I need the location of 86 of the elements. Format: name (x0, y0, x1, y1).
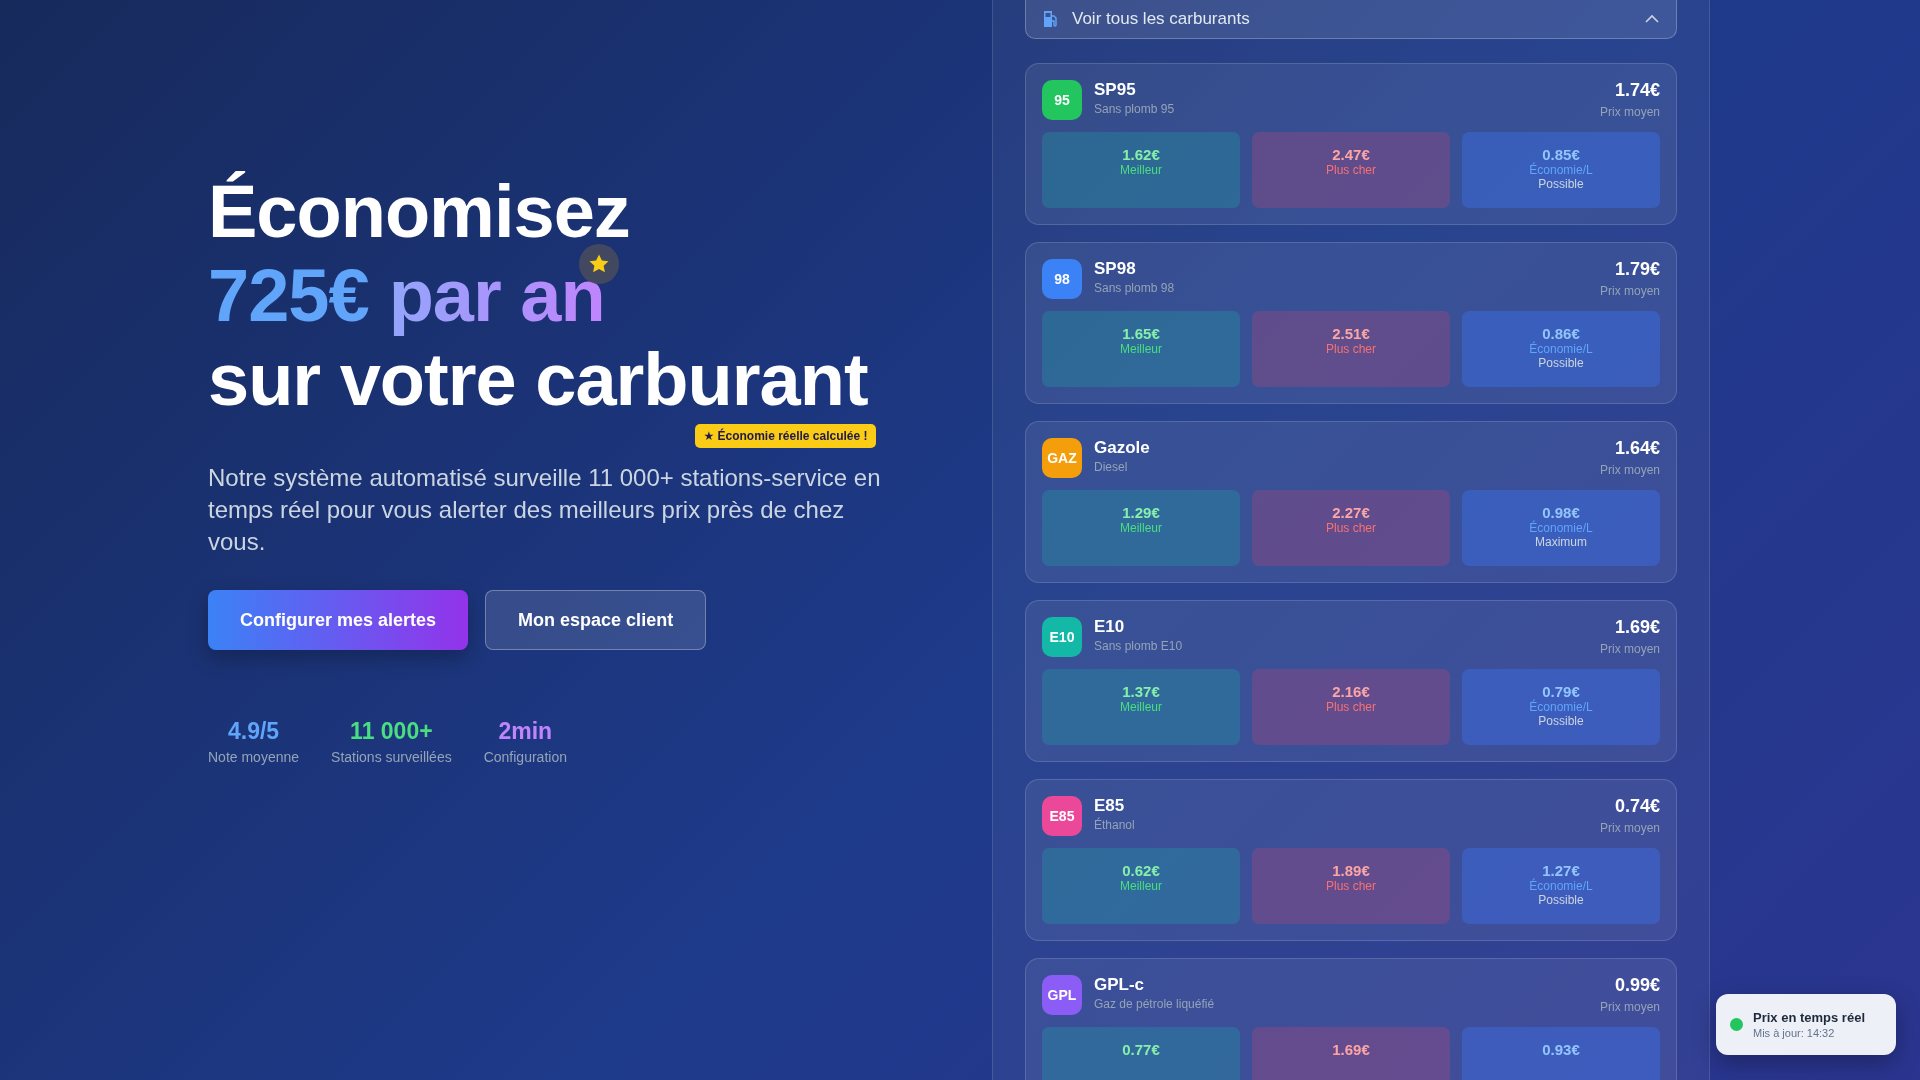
tile-price: 2.47€ (1332, 146, 1370, 163)
fuel-description: Sans plomb 98 (1094, 281, 1176, 295)
stat-value: 4.9/5 (227, 718, 280, 745)
fuel-badge: 98 (1042, 259, 1082, 299)
toast-update-time: Mis à jour: 14:32 (1753, 1027, 1836, 1039)
hero-title-line: sur votre carburant (208, 338, 868, 422)
tile-price: 0.62€ (1122, 862, 1160, 879)
tile-label: Meilleur (1120, 700, 1162, 714)
hero-title-line: Économisez (208, 170, 631, 254)
tile-label: Meilleur (1120, 879, 1162, 893)
tile-price: 0.79€ (1542, 683, 1580, 700)
savings-tag: ★ Économie réelle calculée ! (695, 424, 876, 448)
tile-price: 0.98€ (1542, 504, 1580, 521)
stat-value: 2min (498, 718, 553, 745)
hero-description: Notre système automatisé surveille 11 000+ stations-service en temps réel pour vous alerter des meilleurs prix près de chez vous. (208, 463, 882, 557)
tile-note: Possible (1538, 356, 1584, 370)
fuel-pump-icon (1042, 10, 1058, 28)
average-price: 1.69€ (1614, 617, 1660, 638)
tile-price: 1.37€ (1122, 683, 1160, 700)
fuel-badge: E10 (1042, 617, 1082, 657)
fuel-name: GPL-c (1094, 975, 1146, 995)
tile-price: 2.27€ (1332, 504, 1370, 521)
fuel-toggle[interactable]: Voir tous les carburants (1025, 0, 1677, 39)
tile-price: 0.77€ (1122, 1041, 1160, 1058)
tile-price: 1.89€ (1332, 862, 1370, 879)
toast-title: Prix en temps réel (1753, 1010, 1865, 1025)
tile-price: 0.93€ (1542, 1041, 1580, 1058)
fuel-name: SP95 (1094, 80, 1137, 100)
tile-label: Économie/L (1529, 342, 1593, 356)
cta-button[interactable]: Configurer mes alertes (208, 590, 469, 650)
fuel-name: E85 (1094, 796, 1126, 816)
tile-price: 1.65€ (1122, 325, 1160, 342)
fuel-description: Sans plomb 95 (1094, 102, 1176, 116)
tile-label: Plus cher (1326, 700, 1376, 714)
average-price-label: Prix moyen (1599, 284, 1660, 298)
stat-label: Stations surveillées (331, 749, 452, 765)
tile-price: 2.51€ (1332, 325, 1370, 342)
fuel-name: SP98 (1094, 259, 1137, 279)
fuel-badge: GAZ (1042, 438, 1082, 478)
tile-note: Maximum (1535, 535, 1587, 549)
average-price-label: Prix moyen (1599, 105, 1660, 119)
tile-price: 1.29€ (1122, 504, 1160, 521)
average-price: 1.64€ (1614, 438, 1660, 459)
average-price-label: Prix moyen (1599, 821, 1660, 835)
tile-note: Possible (1538, 893, 1584, 907)
fuel-badge: GPL (1042, 975, 1082, 1015)
chevron-icon (1644, 14, 1660, 24)
average-price: 1.79€ (1614, 259, 1660, 280)
fuel-badge: E85 (1042, 796, 1082, 836)
fuel-name: E10 (1094, 617, 1126, 637)
stat-label: Configuration (483, 749, 567, 765)
tile-price: 0.86€ (1542, 325, 1580, 342)
average-price: 0.99€ (1614, 975, 1660, 996)
hero-title-amount: 725€ (208, 254, 369, 338)
tile-price: 1.69€ (1332, 1041, 1370, 1058)
tile-label: Économie/L (1529, 521, 1593, 535)
tile-label: Meilleur (1120, 521, 1162, 535)
tile-label: Plus cher (1326, 163, 1376, 177)
tile-label: Économie/L (1529, 163, 1593, 177)
tile-label: Plus cher (1326, 521, 1376, 535)
tile-price: 2.16€ (1332, 683, 1370, 700)
tile-note: Possible (1538, 714, 1584, 728)
average-price-label: Prix moyen (1599, 1000, 1660, 1014)
tile-label: Meilleur (1120, 163, 1162, 177)
cta-button[interactable]: Mon espace client (485, 590, 707, 650)
tile-label: Économie/L (1529, 879, 1593, 893)
fuel-description: Éthanol (1094, 818, 1136, 832)
average-price: 0.74€ (1614, 796, 1660, 817)
tile-label: Plus cher (1326, 342, 1376, 356)
fuel-name: Gazole (1094, 438, 1151, 458)
fuel-description: Diesel (1094, 460, 1129, 474)
tile-note: Possible (1538, 177, 1584, 191)
tile-price: 0.85€ (1542, 146, 1580, 163)
stat-label: Note moyenne (208, 749, 300, 765)
fuel-description: Sans plomb E10 (1094, 639, 1184, 653)
stat-value: 11 000+ (350, 718, 433, 745)
tile-label: Économie/L (1529, 700, 1593, 714)
tile-label: Plus cher (1326, 879, 1376, 893)
average-price: 1.74€ (1614, 80, 1660, 101)
fuel-badge: 95 (1042, 80, 1082, 120)
fuel-description: Gaz de pétrole liquéfié (1094, 997, 1216, 1011)
tile-price: 1.62€ (1122, 146, 1160, 163)
average-price-label: Prix moyen (1599, 463, 1660, 477)
tile-label: Meilleur (1120, 342, 1162, 356)
tile-price: 1.27€ (1542, 862, 1580, 879)
average-price-label: Prix moyen (1599, 642, 1660, 656)
